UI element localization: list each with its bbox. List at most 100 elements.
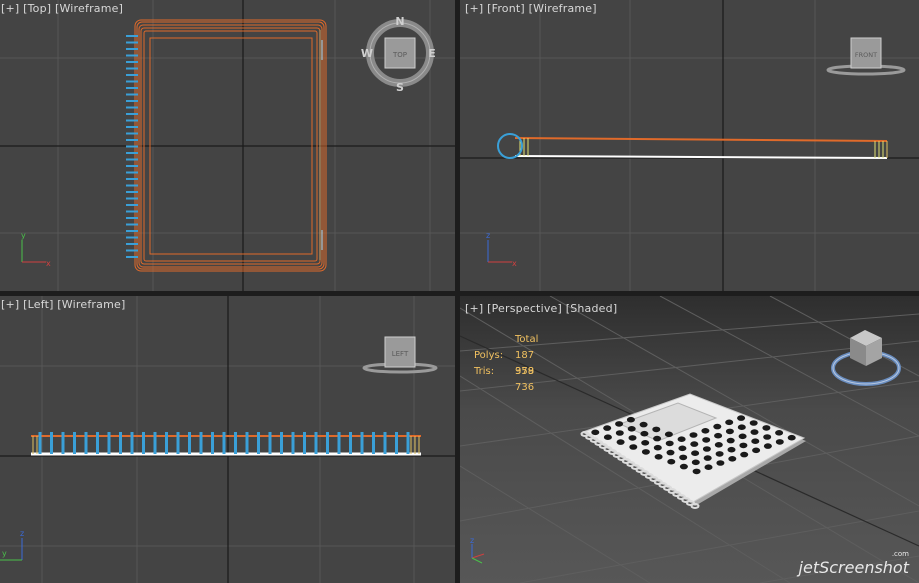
cover-dot <box>691 450 700 456</box>
viewcube-left-face: LEFT <box>392 350 409 358</box>
viewport-name-menu[interactable]: [Left] <box>23 298 53 311</box>
axis-z-label: z <box>470 536 474 545</box>
cover-dot <box>603 434 612 440</box>
cover-dot <box>715 451 724 457</box>
cover-dot <box>654 454 663 460</box>
viewport-plus-menu[interactable]: [+] <box>1 2 19 15</box>
viewcube-left[interactable]: LEFT <box>362 336 438 374</box>
viewport-mode-menu[interactable]: [Wireframe] <box>57 298 125 311</box>
cover-dot <box>704 464 713 470</box>
viewcube-front[interactable]: FRONT <box>826 37 906 76</box>
cover-dot <box>702 446 711 452</box>
cover-dot <box>615 430 624 436</box>
stats-tris-label: Tris: <box>474 366 495 377</box>
cover-dot <box>679 463 688 470</box>
cover-dot <box>639 421 648 428</box>
viewport-perspective[interactable]: z [+] [Perspective] [Shaded] Total Polys… <box>460 296 919 583</box>
cover-dot <box>762 425 771 431</box>
axis-x-label: x <box>512 259 517 268</box>
cover-dot <box>677 436 686 442</box>
cover-dot <box>678 445 687 452</box>
compass-north: N <box>395 15 404 28</box>
stats-tris-value: 379 736 <box>515 366 535 393</box>
cover-dot <box>725 419 734 426</box>
cover-dot <box>752 447 761 454</box>
cover-dot <box>763 443 772 449</box>
viewcube-front-face: FRONT <box>855 51 877 59</box>
cover-dot <box>775 430 784 436</box>
cover-dot <box>713 423 722 430</box>
viewport-label-left: [+] [Left] [Wireframe] <box>1 298 125 311</box>
cover-dot <box>628 435 637 441</box>
cover-dot <box>714 442 723 448</box>
cover-dot <box>627 426 636 432</box>
cover-dot <box>701 428 710 434</box>
cover-dot <box>616 439 625 445</box>
cover-dot <box>727 446 736 453</box>
axis-z-label: z <box>20 529 24 538</box>
cover-dot <box>679 454 688 461</box>
front-wireframe-canvas: z x FRONT <box>460 0 919 291</box>
viewport-name-menu[interactable]: [Perspective] <box>487 302 562 315</box>
cover-dot <box>750 429 759 435</box>
cover-dot <box>691 459 700 466</box>
axis-y-label: y <box>21 231 26 240</box>
cover-dot <box>640 430 649 437</box>
cover-dot <box>728 456 737 462</box>
cover-dot <box>787 434 796 441</box>
viewport-name-menu[interactable]: [Top] <box>23 2 51 15</box>
viewport-mode-menu[interactable]: [Shaded] <box>566 302 618 315</box>
cover-dot <box>725 428 734 435</box>
cover-dot <box>690 441 699 447</box>
watermark: jetScreenshot .com <box>798 550 909 577</box>
left-wireframe-canvas: z y LEFT <box>0 296 455 583</box>
cover-dot <box>652 426 661 433</box>
cover-dot <box>626 416 635 423</box>
axis-x-label: x <box>46 259 51 268</box>
cover-dot <box>751 438 760 444</box>
cover-dot <box>702 437 711 443</box>
viewport-plus-menu[interactable]: [+] <box>1 298 19 311</box>
compass-east: E <box>428 47 436 60</box>
viewport-front[interactable]: z x FRONT [+] [Front] [Wireframe] <box>460 0 919 291</box>
cover-dot <box>749 420 758 426</box>
viewport-plus-menu[interactable]: [+] <box>465 2 483 15</box>
cover-dot <box>714 432 723 439</box>
cover-dot <box>653 444 662 451</box>
cover-dot <box>738 433 747 440</box>
cover-dot <box>641 449 650 455</box>
viewport-label-front: [+] [Front] [Wireframe] <box>465 2 597 15</box>
cover-dot <box>737 424 746 430</box>
compass-south: S <box>396 81 404 94</box>
top-wireframe-canvas: y x TOP N S E W <box>0 0 455 291</box>
cover-dot <box>692 468 701 475</box>
axis-z-label: z <box>486 231 490 240</box>
watermark-brand: jetScreenshot <box>798 558 909 577</box>
viewport-plus-menu[interactable]: [+] <box>465 302 483 315</box>
cover-dot <box>591 429 600 436</box>
viewport-left[interactable]: z y LEFT [+] [Left] [Wireframe] <box>0 296 455 583</box>
cover-dot <box>603 425 612 431</box>
viewcube-compass[interactable]: TOP N S E W <box>361 15 436 94</box>
cover-dot <box>716 460 725 466</box>
cover-dot <box>739 442 748 449</box>
viewport-top[interactable]: y x TOP N S E W [+] [Top] [Wireframe] <box>0 0 455 291</box>
stats-header: Total <box>515 334 539 345</box>
cover-dot <box>689 432 698 438</box>
viewport-mode-menu[interactable]: [Wireframe] <box>529 2 597 15</box>
viewport-name-menu[interactable]: [Front] <box>487 2 525 15</box>
cover-dot <box>667 458 676 465</box>
cover-dot <box>666 449 675 456</box>
cover-dot <box>664 431 673 438</box>
axis-y-label: y <box>2 549 7 558</box>
viewcube-top-face: TOP <box>392 51 407 59</box>
viewport-label-top: [+] [Top] [Wireframe] <box>1 2 123 15</box>
cover-dot <box>763 434 772 440</box>
viewport-mode-menu[interactable]: [Wireframe] <box>55 2 123 15</box>
cover-dot <box>665 440 674 447</box>
cover-dot <box>703 455 712 461</box>
cover-dot <box>641 440 650 446</box>
cover-dot <box>629 444 638 450</box>
viewport-label-perspective: [+] [Perspective] [Shaded] <box>465 302 617 315</box>
cover-dot <box>737 415 746 421</box>
